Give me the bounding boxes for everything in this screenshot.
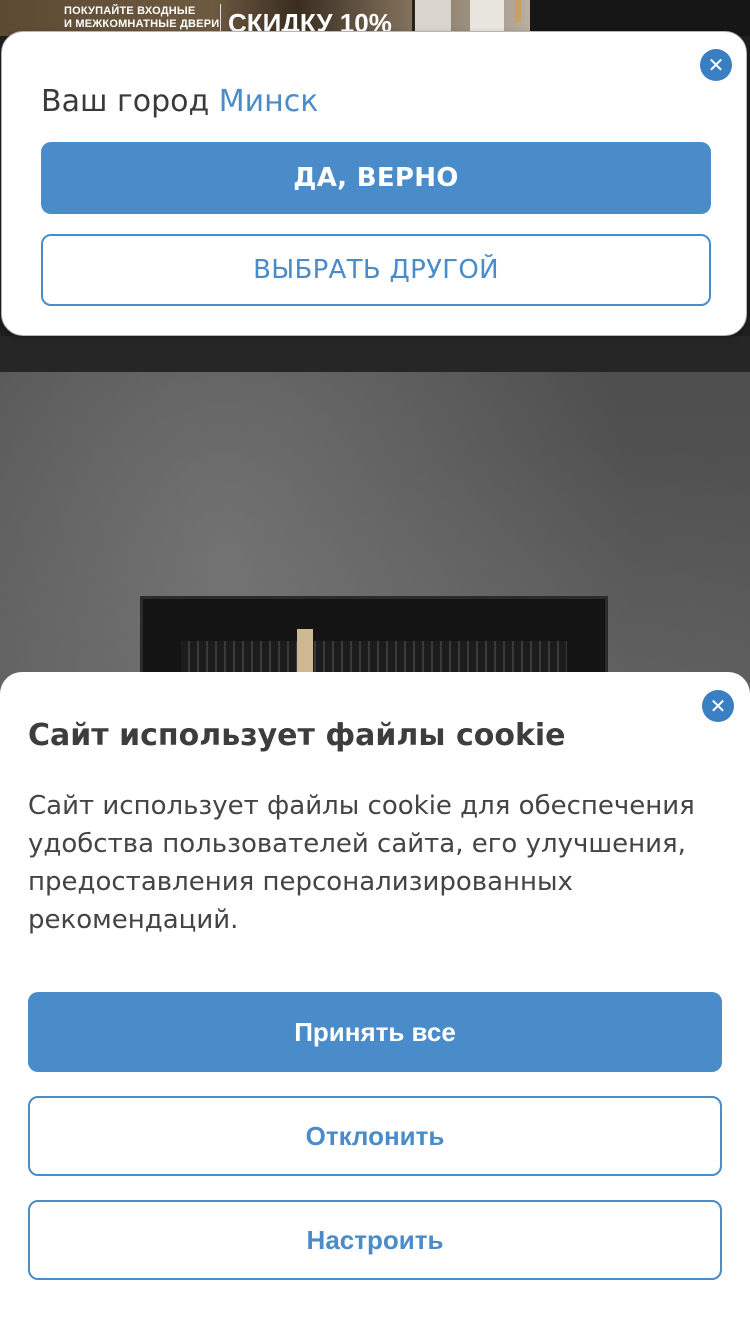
- close-icon[interactable]: ✕: [700, 49, 732, 81]
- city-question-prefix: Ваш город: [41, 84, 210, 119]
- cookie-consent-sheet: ✕ Сайт использует файлы cookie Сайт испо…: [0, 672, 750, 1334]
- city-question: Ваш город Минск: [41, 84, 318, 119]
- choose-other-city-button[interactable]: ВЫБРАТЬ ДРУГОЙ: [41, 234, 711, 306]
- cookie-title: Сайт использует файлы cookie: [28, 718, 566, 753]
- cookie-description: Сайт использует файлы cookie для обеспеч…: [28, 791, 695, 935]
- accept-all-label: Принять все: [294, 1016, 456, 1047]
- settings-label: Настроить: [306, 1224, 444, 1255]
- reject-button[interactable]: Отклонить: [28, 1096, 722, 1176]
- promo-small-text: ПОКУПАЙТЕ ВХОДНЫЕ И МЕЖКОМНАТНЫЕ ДВЕРИ: [64, 5, 220, 30]
- promo-divider: [220, 4, 221, 32]
- header-strip: [0, 336, 750, 372]
- accept-all-button[interactable]: Принять все: [28, 992, 722, 1072]
- city-name[interactable]: Минск: [219, 84, 319, 119]
- city-confirm-modal: ✕ Ваш город Минск ДА, ВЕРНО ВЫБРАТЬ ДРУГ…: [1, 31, 747, 336]
- reject-label: Отклонить: [305, 1120, 445, 1151]
- confirm-city-button[interactable]: ДА, ВЕРНО: [41, 142, 711, 214]
- settings-button[interactable]: Настроить: [28, 1200, 722, 1280]
- close-icon[interactable]: ✕: [702, 690, 734, 722]
- promo-lamp-image: [515, 0, 521, 22]
- choose-other-city-label: ВЫБРАТЬ ДРУГОЙ: [253, 255, 499, 285]
- confirm-city-label: ДА, ВЕРНО: [293, 163, 459, 193]
